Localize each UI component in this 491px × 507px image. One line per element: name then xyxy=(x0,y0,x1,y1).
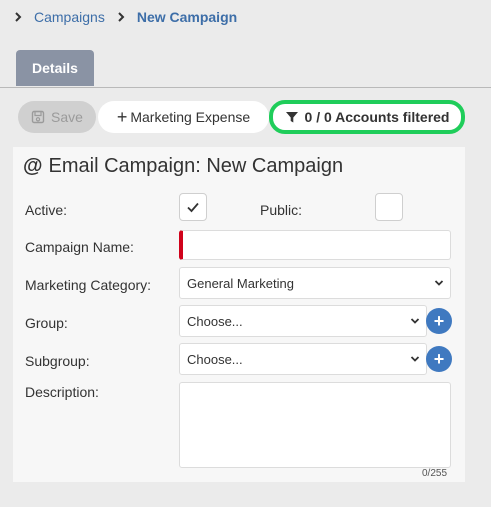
group-select[interactable]: Choose... xyxy=(179,305,427,337)
chevron-down-icon xyxy=(434,280,444,286)
group-value: Choose... xyxy=(187,313,243,329)
checkmark-icon xyxy=(187,202,199,213)
accounts-filter-button[interactable]: 0 / 0 Accounts filtered xyxy=(269,100,465,134)
form-title-text: Email Campaign: New Campaign xyxy=(48,154,344,177)
plus-icon: + xyxy=(116,107,128,127)
campaign-form-panel: @ Email Campaign: New Campaign Active: P… xyxy=(13,147,465,482)
description-label: Description: xyxy=(25,384,99,400)
group-label: Group: xyxy=(25,315,68,331)
subgroup-label: Subgroup: xyxy=(25,353,90,369)
marketing-expense-button[interactable]: + Marketing Expense xyxy=(98,101,269,133)
active-label: Active: xyxy=(25,202,68,218)
save-button[interactable]: Save xyxy=(18,101,96,133)
chevron-right-icon xyxy=(115,11,127,23)
save-icon xyxy=(31,110,45,124)
description-char-counter: 0/255 xyxy=(422,468,448,479)
add-subgroup-button[interactable]: + xyxy=(426,346,452,372)
plus-icon: + xyxy=(433,349,445,369)
subgroup-select[interactable]: Choose... xyxy=(179,343,427,375)
add-group-button[interactable]: + xyxy=(426,308,452,334)
public-checkbox[interactable] xyxy=(375,193,403,221)
save-button-label: Save xyxy=(51,109,83,125)
tab-bar: Details xyxy=(0,49,491,88)
toolbar: Save + Marketing Expense 0 / 0 Accounts … xyxy=(0,100,491,134)
marketing-expense-label: Marketing Expense xyxy=(130,109,251,125)
description-textarea[interactable] xyxy=(179,382,451,468)
public-label: Public: xyxy=(260,202,303,218)
active-checkbox[interactable] xyxy=(179,193,207,221)
marketing-category-value: General Marketing xyxy=(187,275,294,291)
chevron-down-icon xyxy=(410,356,420,362)
filter-icon xyxy=(285,112,298,123)
chevron-right-icon xyxy=(12,11,24,23)
accounts-filter-label: 0 / 0 Accounts filtered xyxy=(304,109,450,125)
plus-icon: + xyxy=(433,311,445,331)
breadcrumb-current: New Campaign xyxy=(136,9,238,25)
campaign-name-input[interactable] xyxy=(179,230,451,260)
breadcrumb-campaigns-link[interactable]: Campaigns xyxy=(34,9,105,25)
breadcrumb: Campaigns New Campaign xyxy=(12,7,237,27)
marketing-category-select[interactable]: General Marketing xyxy=(179,267,451,299)
subgroup-value: Choose... xyxy=(187,351,243,367)
chevron-down-icon xyxy=(410,318,420,324)
form-title: @ Email Campaign: New Campaign xyxy=(23,155,343,177)
marketing-category-label: Marketing Category: xyxy=(25,277,152,293)
tab-details[interactable]: Details xyxy=(16,50,94,86)
campaign-name-label: Campaign Name: xyxy=(25,239,134,255)
at-icon: @ xyxy=(23,154,43,177)
